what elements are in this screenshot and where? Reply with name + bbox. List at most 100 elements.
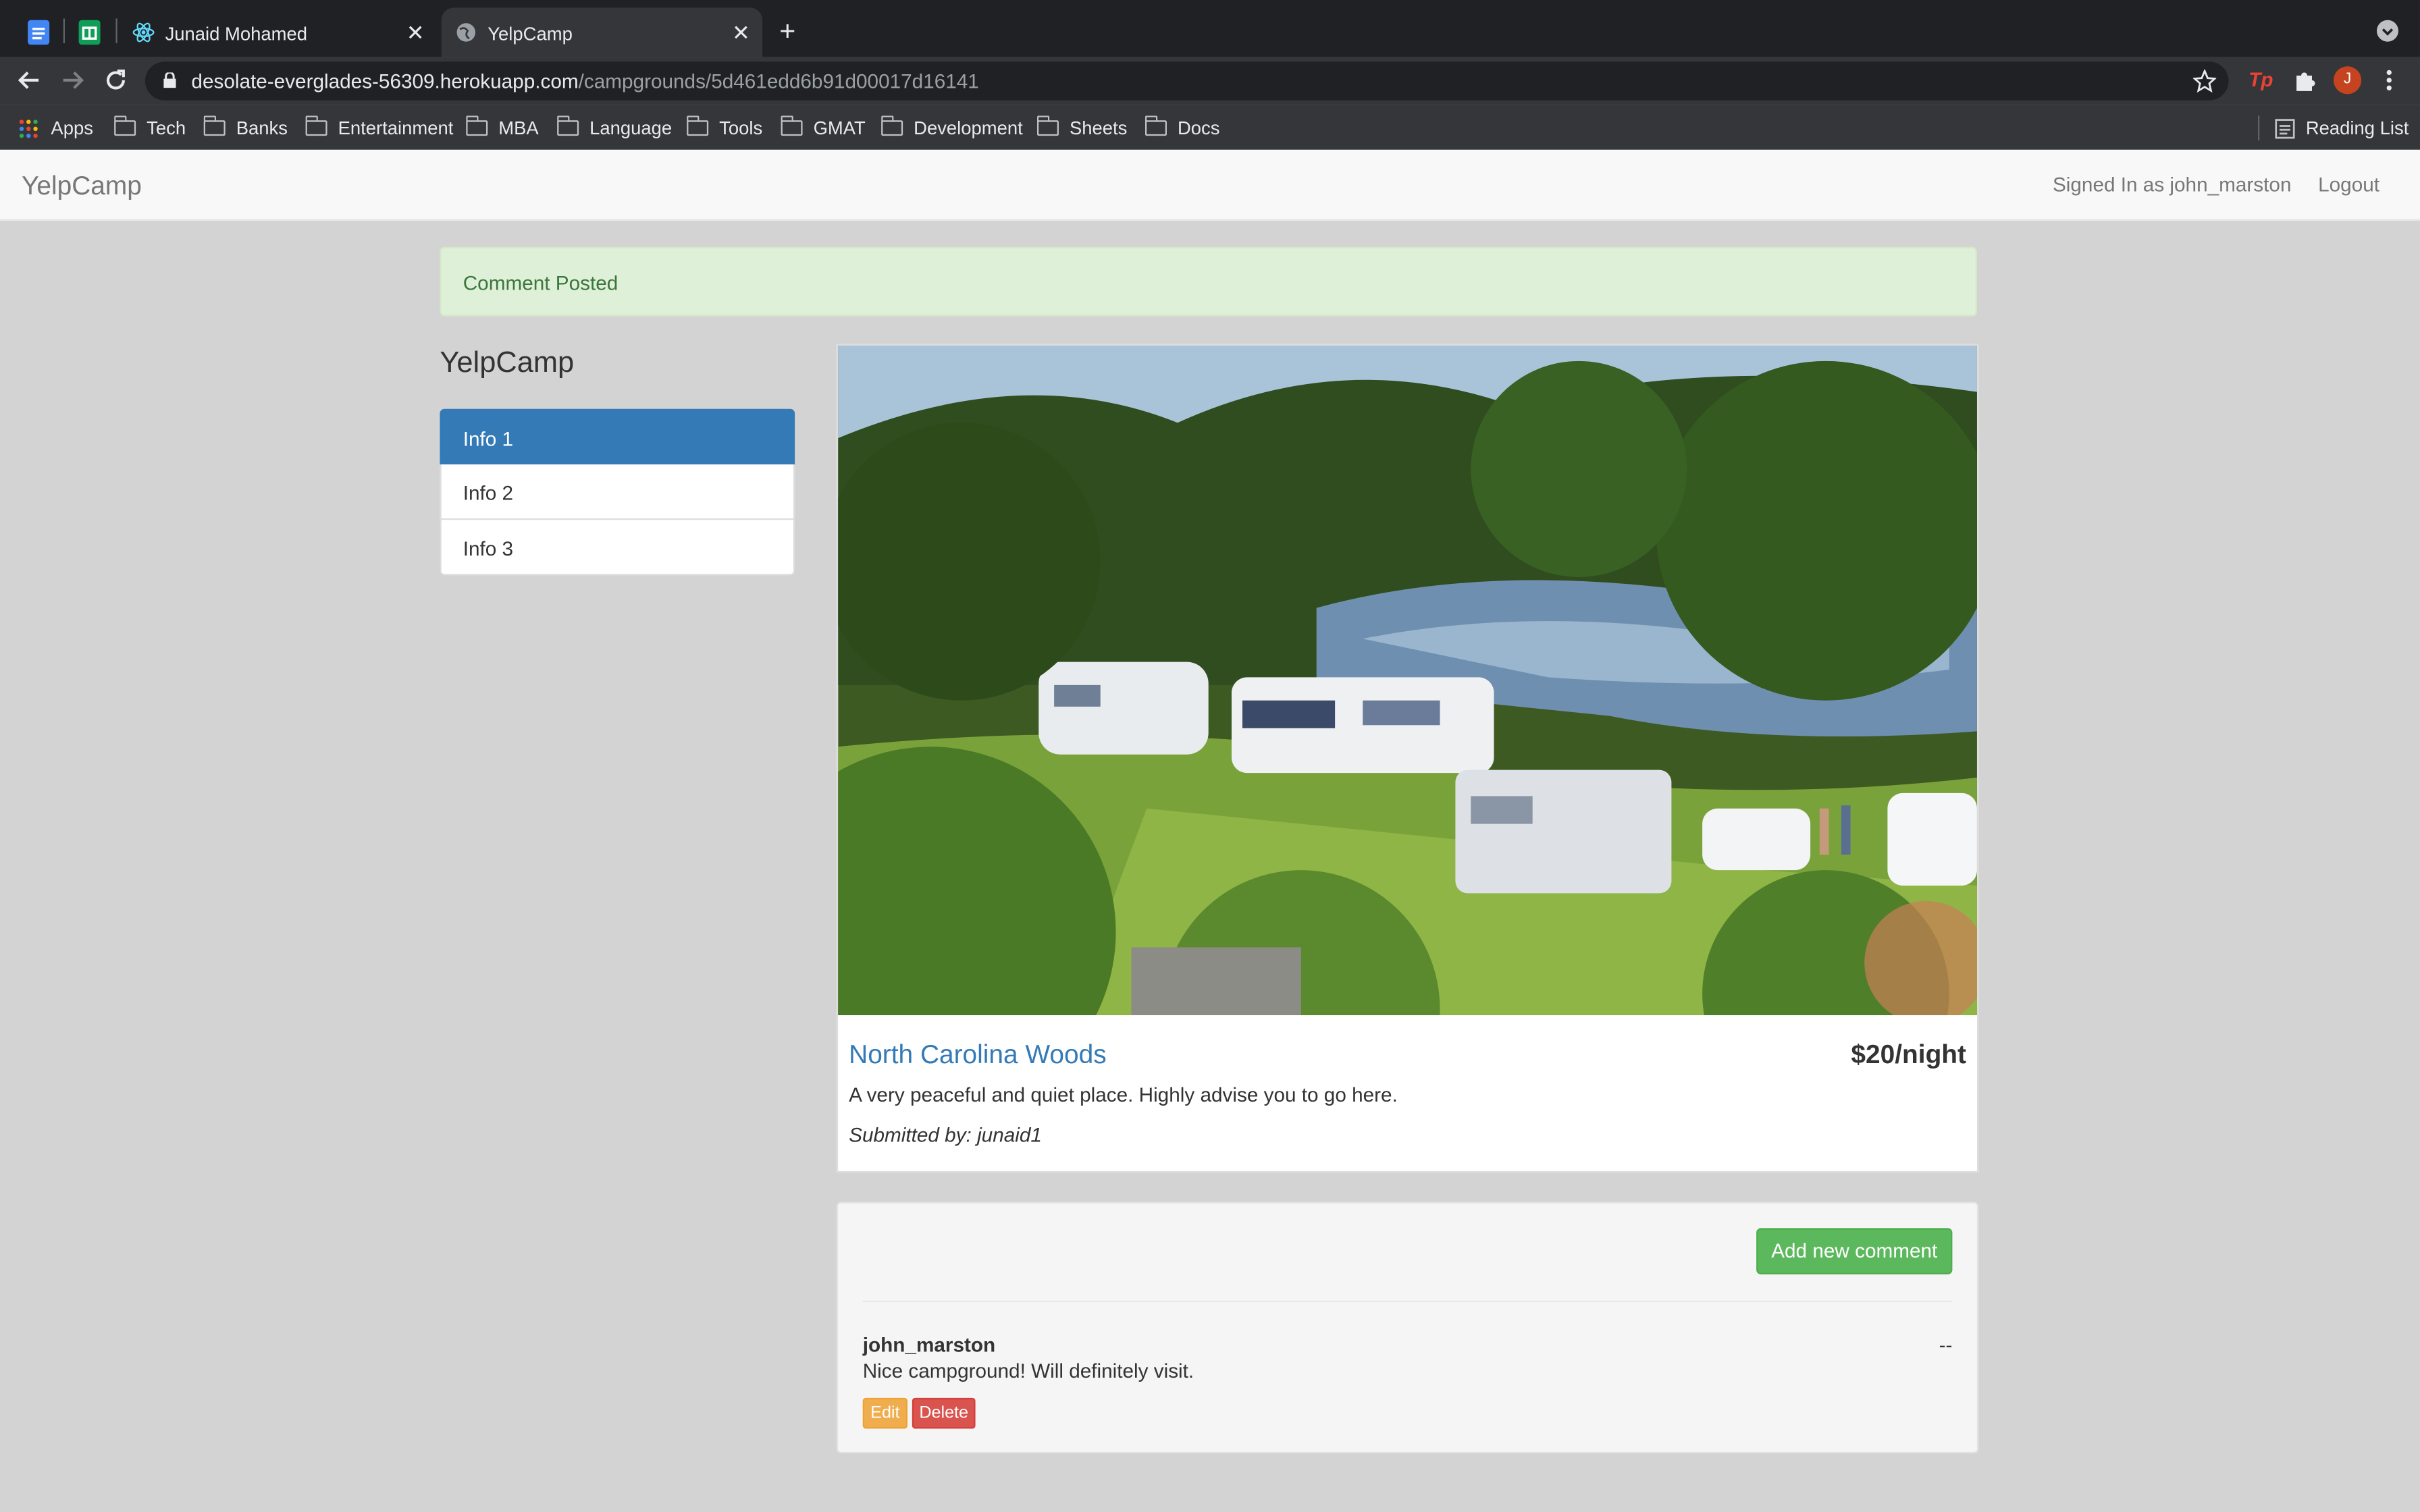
tab-label: Junaid Mohamed (165, 23, 307, 45)
comment-author: john_marston (862, 1332, 996, 1357)
sidebar-list-group: Info 1 Info 2 Info 3 (440, 408, 795, 576)
folder-icon (114, 115, 136, 136)
bookmark-folder-banks[interactable]: Banks (203, 114, 288, 142)
tab-separator (63, 18, 65, 43)
tab-separator (115, 18, 117, 43)
chevron-down-icon (2382, 28, 2394, 36)
folder-icon (781, 115, 803, 136)
comments-divider (862, 1300, 1953, 1303)
bookmark-label: Development (914, 117, 1023, 139)
tab-label: YelpCamp (488, 23, 573, 45)
campground-price: $20/night (1851, 1040, 1966, 1069)
address-bar[interactable]: desolate-everglades-56309.herokuapp.com/… (144, 61, 2229, 101)
bookmark-folder-gmat[interactable]: GMAT (781, 114, 866, 142)
bookmark-label: Tech (147, 117, 186, 139)
profile-avatar[interactable]: J (2333, 66, 2362, 94)
folder-icon (1036, 115, 1059, 136)
bookmark-folder-sheets[interactable]: Sheets (1036, 114, 1128, 142)
sidebar-item-label: Info 2 (463, 481, 514, 505)
kebab-menu-icon[interactable] (2378, 68, 2400, 93)
signed-in-link[interactable]: Signed In as john_marston (2053, 173, 2291, 196)
google-docs-pinned-tab[interactable] (22, 16, 55, 49)
comment-date: -- (1939, 1332, 1953, 1357)
url-host: desolate-everglades-56309.herokuapp.com (191, 69, 579, 93)
folder-icon (687, 115, 709, 136)
url-text: desolate-everglades-56309.herokuapp.com/… (191, 70, 978, 92)
bookmarks-divider (2257, 115, 2260, 140)
google-sheets-pinned-tab[interactable] (72, 16, 106, 49)
bookmark-label: Banks (236, 117, 288, 139)
flash-message: Comment Posted (463, 271, 619, 295)
forward-arrow-icon (63, 71, 84, 89)
bookmark-folder-entertainment[interactable]: Entertainment (305, 114, 453, 142)
delete-comment-button[interactable]: Delete (912, 1397, 976, 1429)
bookmarks-bar: Apps Tech Banks Entertainment MBA Langua… (0, 105, 2420, 151)
back-arrow-icon (18, 71, 39, 89)
new-tab-button[interactable]: + (779, 17, 795, 45)
back-button[interactable] (16, 66, 43, 94)
bookmark-folder-development[interactable]: Development (881, 114, 1023, 142)
campground-image (838, 345, 1977, 1015)
bookmark-label: GMAT (813, 117, 866, 139)
bookmark-folder-tech[interactable]: Tech (114, 114, 186, 142)
tab-search-button[interactable] (2376, 20, 2398, 42)
reload-button[interactable] (102, 66, 130, 94)
close-tab-icon[interactable]: ✕ (406, 20, 425, 47)
folder-icon (1145, 115, 1167, 136)
forward-button[interactable] (59, 66, 86, 94)
bookmark-star-icon[interactable] (2192, 69, 2217, 93)
globe-icon (456, 23, 475, 42)
folder-icon (305, 115, 327, 136)
lock-icon (163, 72, 176, 88)
extensions-puzzle-icon[interactable] (2292, 68, 2317, 93)
google-sheets-icon (78, 20, 101, 45)
app-navbar: YelpCamp Signed In as john_marston Logou… (0, 149, 2420, 221)
bookmark-label: Tools (719, 117, 763, 139)
sidebar-title: YelpCamp (440, 347, 575, 380)
logout-link[interactable]: Logout (2318, 173, 2379, 196)
bookmark-folder-language[interactable]: Language (557, 114, 672, 142)
navbar-brand[interactable]: YelpCamp (22, 171, 142, 202)
reading-list-button[interactable]: Reading List (2275, 114, 2409, 142)
sidebar-item-info-1[interactable]: Info 1 (440, 408, 795, 464)
reading-list-label: Reading List (2305, 117, 2409, 139)
bookmark-label: Apps (51, 117, 93, 139)
flash-success-alert: Comment Posted (440, 246, 1977, 317)
url-path: /campgrounds/5d461edd6b91d00017d16141 (578, 69, 979, 93)
bookmark-folder-docs[interactable]: Docs (1145, 114, 1219, 142)
tampermonkey-extension-icon[interactable]: Tp (2248, 68, 2273, 91)
sidebar-item-info-3[interactable]: Info 3 (440, 520, 795, 576)
campground-author: Submitted by: junaid1 (849, 1123, 1042, 1147)
comments-well: Add new comment john_marston -- Nice cam… (836, 1202, 1979, 1454)
apps-grid-icon (19, 119, 38, 138)
comment-text: Nice campground! Will definitely visit. (862, 1359, 1194, 1382)
campground-photo (838, 345, 1977, 1015)
tab-yelpcamp[interactable]: YelpCamp ✕ (441, 7, 763, 57)
reload-icon (106, 70, 125, 90)
add-new-comment-button[interactable]: Add new comment (1756, 1228, 1953, 1274)
folder-icon (557, 115, 579, 136)
sidebar-item-label: Info 3 (463, 537, 514, 560)
browser-toolbar: desolate-everglades-56309.herokuapp.com/… (0, 57, 2420, 105)
react-icon (132, 22, 155, 43)
reading-list-icon (2275, 118, 2295, 138)
bookmark-folder-mba[interactable]: MBA (466, 114, 539, 142)
tab-junaid-mohamed[interactable]: Junaid Mohamed ✕ (120, 7, 437, 57)
sidebar-item-info-2[interactable]: Info 2 (440, 464, 795, 520)
bookmark-label: Sheets (1069, 117, 1128, 139)
bookmark-label: Language (589, 117, 673, 139)
campground-description: A very peaceful and quiet place. Highly … (849, 1083, 1398, 1106)
close-tab-icon[interactable]: ✕ (732, 20, 750, 47)
sidebar-item-label: Info 1 (463, 427, 514, 451)
folder-icon (881, 115, 903, 136)
edit-comment-button[interactable]: Edit (862, 1397, 908, 1429)
google-docs-icon (28, 20, 50, 45)
bookmark-apps[interactable]: Apps (18, 114, 93, 142)
folder-icon (203, 115, 226, 136)
bookmark-folder-tools[interactable]: Tools (687, 114, 762, 142)
bookmark-label: MBA (498, 117, 539, 139)
browser-tab-strip: Junaid Mohamed ✕ YelpCamp ✕ + (0, 0, 2420, 57)
campground-name-link[interactable]: North Carolina Woods (849, 1040, 1107, 1071)
bookmark-label: Docs (1177, 117, 1220, 139)
folder-icon (466, 115, 488, 136)
